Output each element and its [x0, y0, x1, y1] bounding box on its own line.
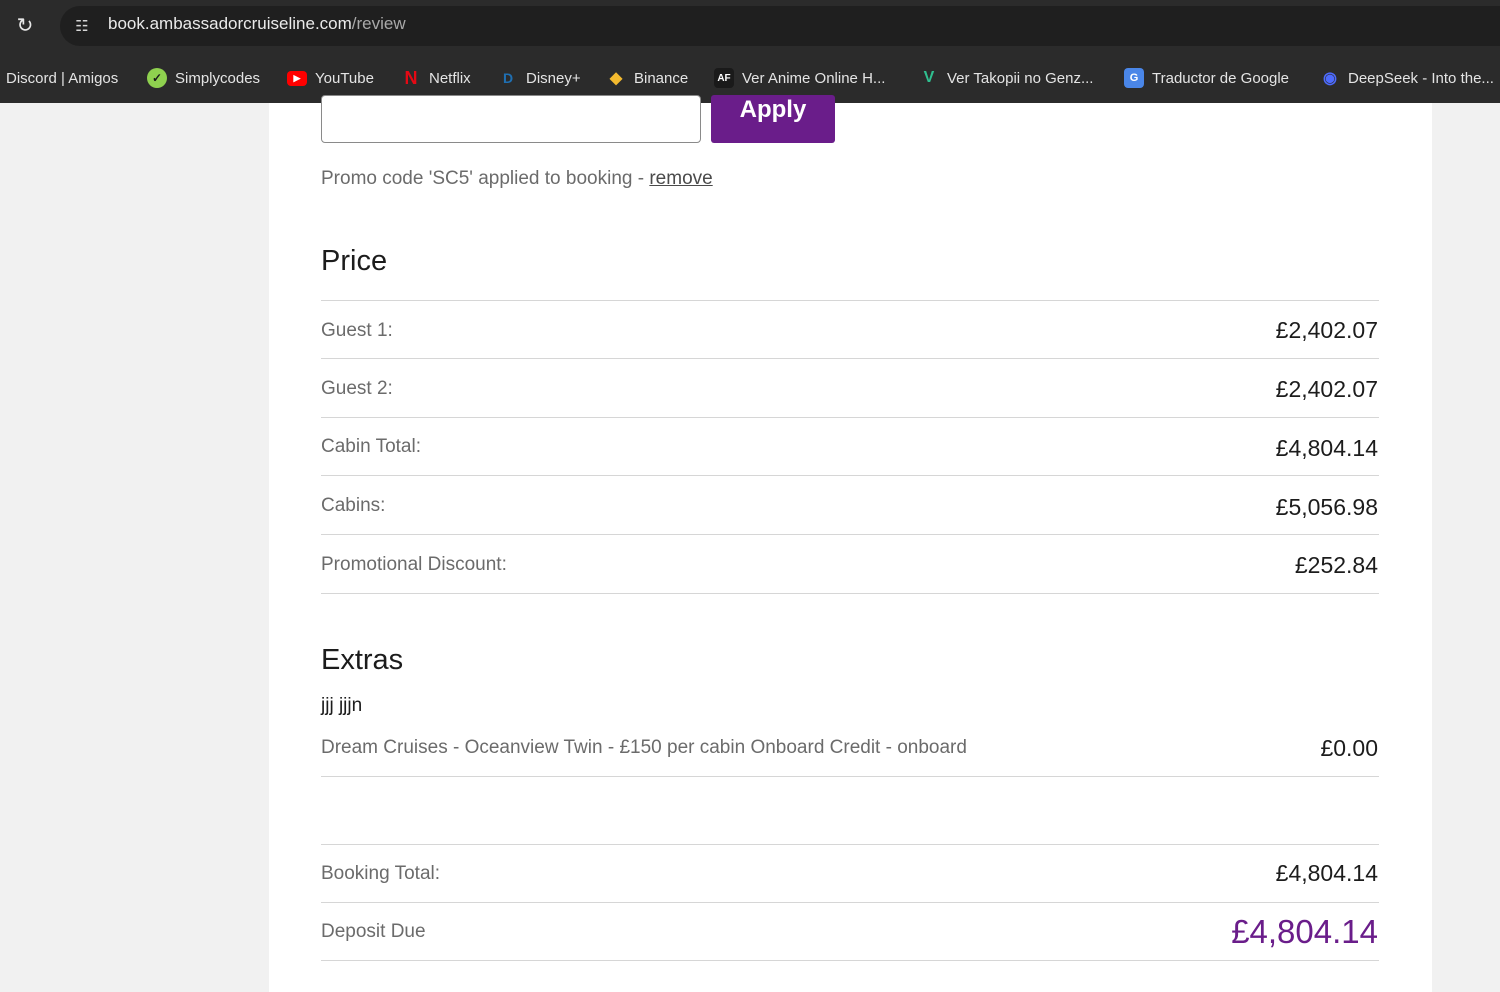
bookmark-deepseek[interactable]: ◉ DeepSeek - Into the... — [1320, 66, 1494, 90]
divider — [321, 960, 1379, 961]
promo-applied-note: Promo code 'SC5' applied to booking - re… — [321, 168, 713, 190]
bookmark-simplycodes[interactable]: ✓ Simplycodes — [147, 66, 260, 90]
disney-plus-icon: D — [502, 70, 514, 86]
extras-item-value: £0.00 — [1320, 735, 1378, 761]
extras-heading: Extras — [321, 644, 404, 676]
price-heading: Price — [321, 245, 388, 277]
bookmark-label: Simplycodes — [175, 69, 261, 87]
bookmark-takopii[interactable]: V Ver Takopii no Genz... — [919, 66, 1094, 90]
bookmark-label: YouTube — [315, 69, 374, 87]
price-row-label: Guest 2: — [321, 378, 393, 399]
simplycodes-icon: ✓ — [147, 68, 167, 88]
divider — [321, 902, 1379, 903]
divider — [321, 417, 1379, 418]
bookmark-binance[interactable]: ◆ Binance — [606, 66, 688, 90]
bookmark-label: Traductor de Google — [1152, 69, 1290, 87]
binance-icon: ◆ — [609, 70, 623, 87]
animeflv-icon: AF — [714, 68, 734, 88]
bookmark-label: Discord | Amigos — [6, 69, 119, 87]
site-info-icon[interactable]: ☷ — [68, 13, 96, 39]
takopii-icon: V — [923, 69, 935, 86]
youtube-icon: ▶ — [287, 70, 307, 86]
bookmark-label: Disney+ — [526, 69, 581, 87]
remove-promo-link[interactable]: remove — [649, 168, 712, 189]
price-row-label: Cabins: — [321, 495, 386, 516]
divider — [321, 776, 1379, 777]
review-card — [269, 103, 1432, 992]
bookmark-label: DeepSeek - Into the... — [1348, 69, 1494, 87]
deepseek-icon: ◉ — [1323, 70, 1337, 87]
reload-icon[interactable]: ↻ — [12, 12, 38, 38]
divider — [321, 593, 1379, 594]
divider — [321, 475, 1379, 476]
bookmark-disney-plus[interactable]: D Disney+ — [498, 66, 581, 90]
bookmark-google-translate[interactable]: G Traductor de Google — [1124, 66, 1289, 90]
promo-note-text: Promo code 'SC5' applied to booking - — [321, 168, 650, 189]
divider — [321, 358, 1379, 359]
promo-code-input[interactable] — [321, 95, 701, 143]
price-row-value: £5,056.98 — [1275, 494, 1378, 520]
bookmark-label: Ver Takopii no Genz... — [947, 69, 1094, 87]
price-row-value: £2,402.07 — [1275, 317, 1378, 343]
browser-toolbar: ↻ ☷ book.ambassadorcruiseline.com/review — [0, 0, 1500, 52]
bookmark-label: Netflix — [429, 69, 471, 87]
divider — [321, 844, 1379, 845]
booking-total-label: Booking Total: — [321, 863, 441, 884]
bookmark-discord[interactable]: Discord | Amigos — [6, 66, 118, 90]
bookmark-label: Ver Anime Online H... — [742, 69, 886, 87]
netflix-icon: N — [404, 67, 418, 88]
price-row-label: Promotional Discount: — [321, 554, 507, 575]
bookmark-netflix[interactable]: N Netflix — [401, 66, 471, 90]
booking-total-value: £4,804.14 — [1275, 860, 1378, 886]
url-text[interactable]: book.ambassadorcruiseline.com/review — [108, 14, 406, 34]
bookmark-youtube[interactable]: ▶ YouTube — [287, 66, 374, 90]
extras-item-label: Dream Cruises - Oceanview Twin - £150 pe… — [321, 737, 967, 758]
deposit-due-label: Deposit Due — [321, 921, 426, 942]
bookmark-label: Binance — [634, 69, 689, 87]
price-row-value: £2,402.07 — [1275, 376, 1378, 402]
divider — [321, 300, 1379, 301]
price-row-label: Cabin Total: — [321, 436, 421, 457]
divider — [321, 534, 1379, 535]
google-translate-icon: G — [1124, 68, 1144, 88]
bookmark-animeflv[interactable]: AF Ver Anime Online H... — [714, 66, 885, 90]
price-row-label: Guest 1: — [321, 320, 393, 341]
price-row-value: £4,804.14 — [1275, 435, 1378, 461]
price-row-value: £252.84 — [1294, 552, 1378, 578]
extras-guest-name: jjj jjjn — [321, 695, 363, 716]
deposit-due-value: £4,804.14 — [1231, 913, 1378, 950]
apply-button[interactable]: Apply — [711, 95, 835, 143]
